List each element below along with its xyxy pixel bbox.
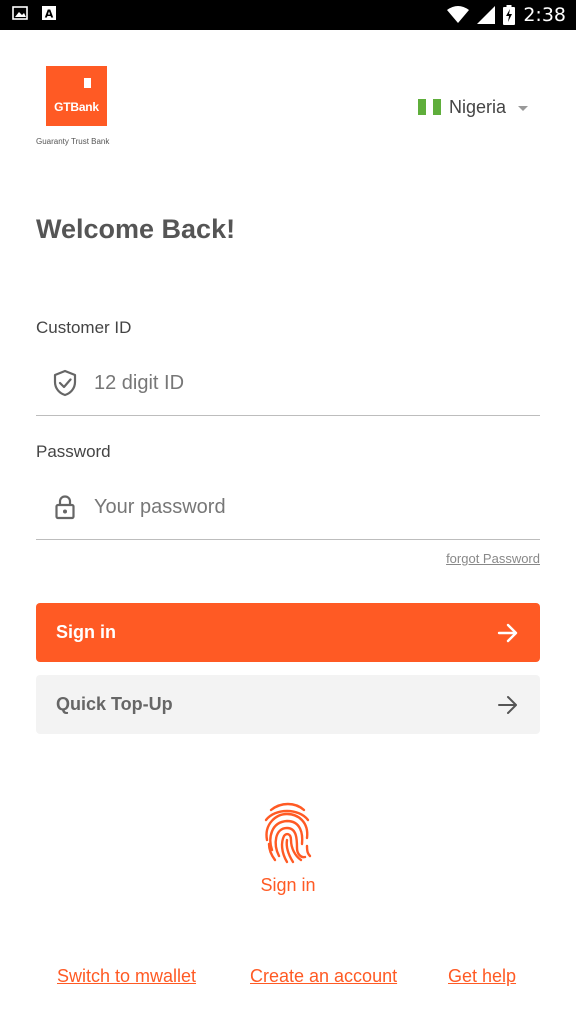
sign-in-button[interactable]: Sign in	[36, 603, 540, 662]
status-bar: A 2:38	[0, 0, 576, 30]
fingerprint-sign-in-button[interactable]	[257, 800, 317, 866]
wifi-icon	[447, 6, 470, 23]
quick-top-up-label: Quick Top-Up	[56, 694, 173, 714]
password-input[interactable]	[92, 489, 526, 525]
image-icon	[12, 6, 28, 20]
svg-text:A: A	[45, 8, 54, 21]
lock-icon	[55, 495, 75, 520]
gtbank-logo: GTBank	[46, 66, 107, 126]
status-time: 2:38	[523, 4, 566, 26]
font-a-icon: A	[42, 6, 56, 20]
create-account-link[interactable]: Create an account	[250, 966, 397, 987]
sign-in-button-label: Sign in	[56, 622, 116, 642]
logo-text: GTBank	[54, 100, 99, 114]
logo-caption: Guaranty Trust Bank	[36, 137, 110, 146]
page-title: Welcome Back!	[36, 214, 236, 244]
get-help-link[interactable]: Get help	[448, 966, 516, 987]
arrow-right-icon	[498, 695, 517, 714]
forgot-password-link[interactable]: forgot Password	[446, 551, 540, 566]
shield-check-icon	[53, 369, 77, 397]
password-field[interactable]	[36, 473, 540, 540]
chevron-down-icon	[518, 105, 529, 111]
switch-to-mwallet-link[interactable]: Switch to mwallet	[57, 966, 196, 987]
customer-id-input[interactable]	[92, 365, 526, 401]
arrow-right-icon	[497, 623, 518, 642]
logo-mark	[84, 78, 91, 88]
signal-icon	[477, 6, 496, 24]
status-right: 2:38	[447, 3, 566, 27]
country-selector[interactable]: Nigeria	[418, 94, 529, 120]
quick-top-up-button[interactable]: Quick Top-Up	[36, 675, 540, 734]
customer-id-field[interactable]	[36, 349, 540, 416]
nigeria-flag-icon	[418, 99, 442, 115]
customer-id-label: Customer ID	[36, 318, 132, 337]
password-label: Password	[36, 442, 111, 461]
login-screen: A 2:38 GTBank Guaranty Trust Bank Nigeri…	[0, 0, 576, 1024]
status-left: A	[12, 6, 56, 20]
battery-charging-icon	[503, 5, 516, 25]
fingerprint-icon	[264, 802, 312, 864]
country-label: Nigeria	[449, 96, 507, 117]
fingerprint-sign-in-label[interactable]: Sign in	[0, 875, 576, 896]
